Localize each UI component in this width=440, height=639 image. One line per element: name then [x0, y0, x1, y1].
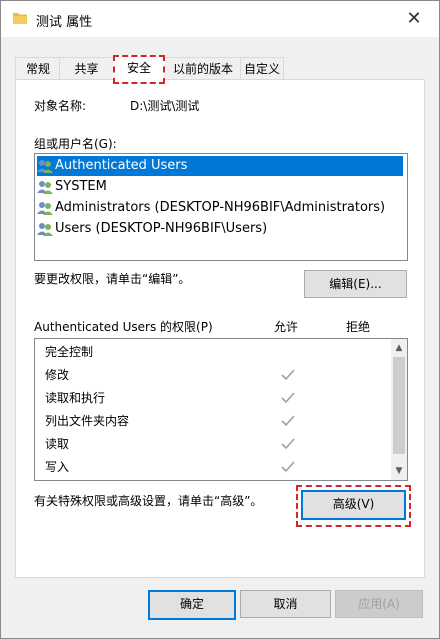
permission-row: 写入: [45, 460, 70, 474]
permission-row: 读取: [45, 437, 70, 451]
properties-dialog: 测试 属性 ✕ 常规 共享 安全 以前的版本 自定义 对象名称: D:\测试\测…: [0, 0, 440, 639]
tab-customize[interactable]: 自定义: [240, 57, 284, 80]
check-icon: [281, 438, 295, 450]
groups-label: 组或用户名(G):: [34, 137, 117, 151]
check-icon: [281, 461, 295, 473]
permission-row: 读取和执行: [45, 391, 106, 405]
scroll-up-icon[interactable]: ▲: [391, 340, 407, 356]
permission-row: 修改: [45, 368, 70, 382]
groups-listbox[interactable]: Authenticated Users SYSTEM Administrator…: [34, 153, 408, 261]
users-icon: [37, 180, 53, 194]
permission-row: 完全控制: [45, 345, 94, 359]
tab-sharing[interactable]: 共享: [59, 57, 114, 80]
check-icon: [281, 369, 295, 381]
group-item[interactable]: Authenticated Users: [37, 156, 403, 176]
object-name-label: 对象名称:: [34, 99, 87, 113]
users-icon: [37, 159, 53, 173]
allow-column-header: 允许: [274, 320, 299, 334]
advanced-hint: 有关特殊权限或高级设置，请单击“高级”。: [34, 494, 263, 508]
scroll-thumb[interactable]: [393, 357, 405, 454]
permissions-list: 完全控制 修改 读取和执行 列出文件夹内容 读取 写入 ▲ ▼: [34, 338, 408, 481]
ok-button[interactable]: 确定: [148, 590, 236, 620]
group-item[interactable]: Users (DESKTOP-NH96BIF\Users): [37, 219, 267, 239]
close-icon[interactable]: ✕: [399, 7, 429, 31]
edit-hint: 要更改权限，请单击“编辑”。: [34, 272, 191, 286]
advanced-button[interactable]: 高级(V): [301, 490, 406, 520]
tab-general[interactable]: 常规: [15, 57, 61, 80]
security-panel: 对象名称: D:\测试\测试 组或用户名(G): Authenticated U…: [15, 79, 425, 578]
check-icon: [281, 415, 295, 427]
apply-button[interactable]: 应用(A): [335, 590, 423, 618]
users-icon: [37, 201, 53, 215]
edit-button[interactable]: 编辑(E)...: [304, 270, 407, 298]
folder-icon: [13, 13, 27, 24]
tab-previous-versions[interactable]: 以前的版本: [164, 57, 242, 80]
group-item[interactable]: Administrators (DESKTOP-NH96BIF\Administ…: [37, 198, 385, 218]
permission-row: 列出文件夹内容: [45, 414, 130, 428]
title-bar: 测试 属性 ✕: [1, 1, 439, 37]
users-icon: [37, 222, 53, 236]
permissions-header-label: Authenticated Users 的权限(P): [34, 320, 213, 334]
scroll-down-icon[interactable]: ▼: [391, 463, 407, 479]
check-icon: [281, 392, 295, 404]
permissions-scrollbar[interactable]: ▲ ▼: [391, 339, 407, 480]
cancel-button[interactable]: 取消: [240, 590, 331, 618]
deny-column-header: 拒绝: [346, 320, 371, 334]
window-title: 测试 属性: [36, 15, 93, 30]
tab-security[interactable]: 安全: [113, 55, 165, 84]
group-item[interactable]: SYSTEM: [37, 177, 107, 197]
object-name-value: D:\测试\测试: [130, 99, 200, 113]
